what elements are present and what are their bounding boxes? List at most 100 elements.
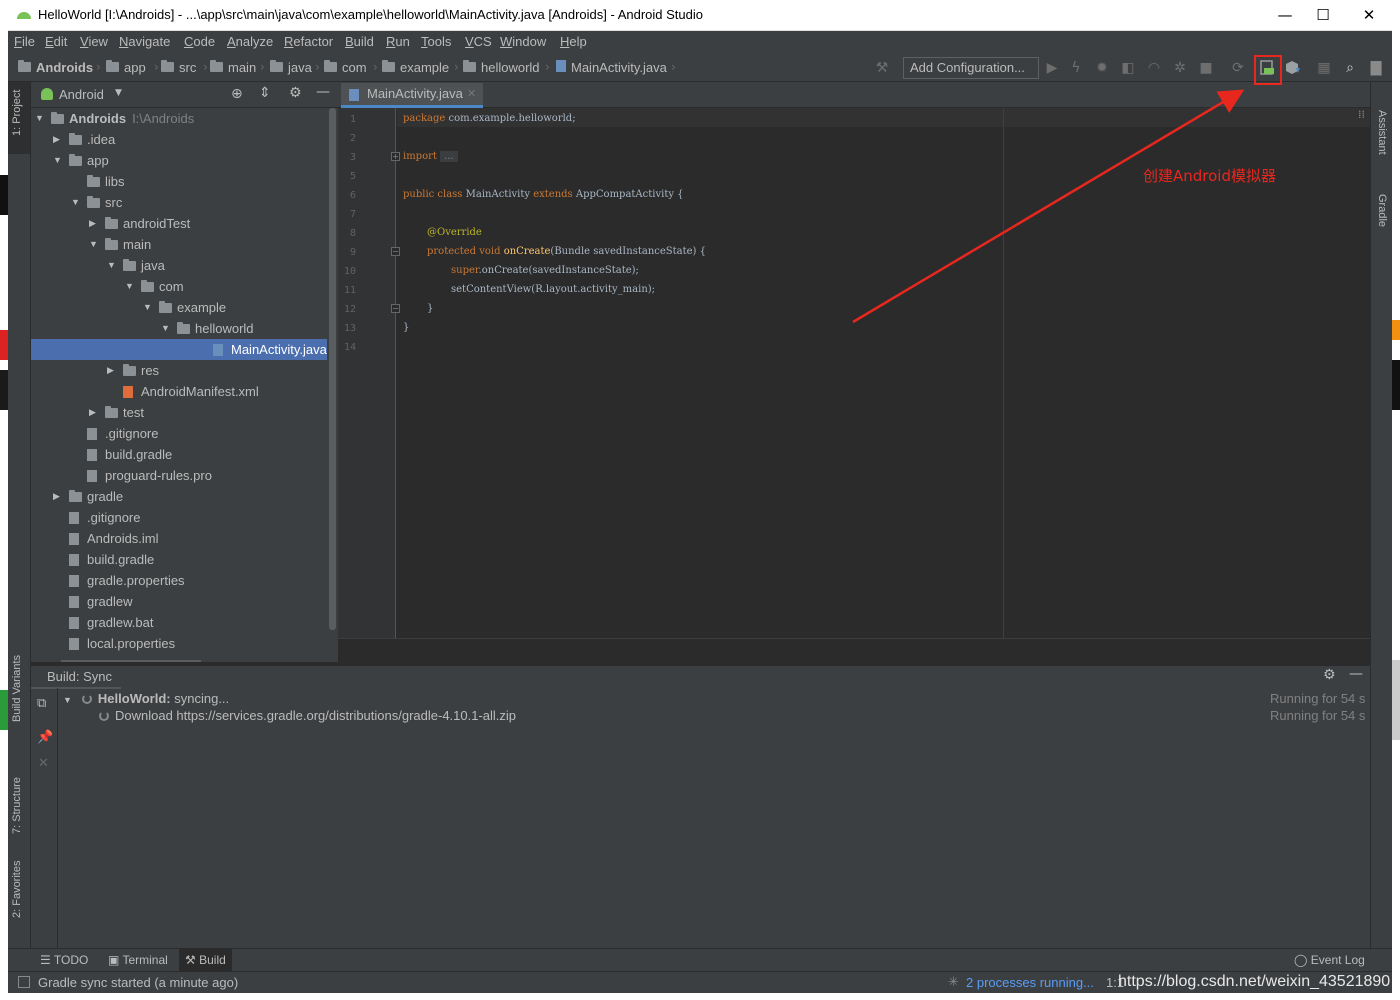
fold-marker-icon[interactable]: − <box>391 304 400 313</box>
menu-build[interactable]: Build <box>345 34 374 49</box>
hide-icon[interactable]: — <box>316 84 330 100</box>
stop-icon[interactable]: ■ <box>1198 60 1214 76</box>
search-icon[interactable]: ⌕ <box>1342 60 1358 76</box>
tree-item[interactable]: proguard-rules.pro <box>31 465 327 486</box>
tree-item[interactable]: ▶ .idea <box>31 129 327 150</box>
collapsed-arrow-icon[interactable]: ▶ <box>53 129 60 150</box>
breadcrumb-java[interactable]: java <box>270 60 312 75</box>
tab-build[interactable]: ⚒ Build <box>179 949 232 972</box>
project-scrollbar[interactable] <box>329 108 336 630</box>
run-icon[interactable]: ▶ <box>1044 60 1060 76</box>
tree-item[interactable]: local.properties <box>31 633 327 654</box>
tree-item[interactable]: ▼ main <box>31 234 327 255</box>
tree-item[interactable]: build.gradle <box>31 444 327 465</box>
expand-arrow-icon[interactable]: ▼ <box>125 276 134 297</box>
breadcrumb-com[interactable]: com <box>324 60 367 75</box>
pin-icon[interactable]: 📌 <box>37 730 53 745</box>
coverage-icon[interactable]: ◧ <box>1120 60 1136 76</box>
gear-icon[interactable]: ⚙ <box>289 85 302 101</box>
close-button[interactable]: ✕ <box>1346 0 1392 30</box>
breadcrumb-androids[interactable]: Androids <box>18 60 93 75</box>
tree-item[interactable]: MainActivity.java <box>31 339 327 360</box>
debug-icon[interactable]: ✹ <box>1094 60 1110 76</box>
expand-arrow-icon[interactable]: ▼ <box>107 255 116 276</box>
breadcrumb-main[interactable]: main <box>210 60 256 75</box>
tree-item[interactable]: ▼ helloworld <box>31 318 327 339</box>
menu-file[interactable]: File <box>14 34 35 49</box>
tree-item[interactable]: gradlew <box>31 591 327 612</box>
tree-item[interactable]: ▶ gradle <box>31 486 327 507</box>
build-row-main[interactable]: ▼ HelloWorld: syncing... <box>63 691 229 706</box>
apply-changes-icon[interactable]: ϟ <box>1068 60 1084 76</box>
tree-item[interactable]: ▼ com <box>31 276 327 297</box>
folded-imports[interactable]: ... <box>440 151 458 162</box>
sdk-manager-icon[interactable] <box>1284 59 1302 77</box>
breadcrumb-mainactivity[interactable]: MainActivity.java <box>556 60 667 75</box>
toggle-tool-windows-icon[interactable] <box>18 976 30 988</box>
collapsed-arrow-icon[interactable]: ▶ <box>89 402 96 423</box>
sync-gradle-icon[interactable]: ⟳ <box>1230 60 1246 76</box>
tool-tab-assistant[interactable]: Assistant <box>1376 110 1388 155</box>
menu-view[interactable]: View <box>80 34 108 49</box>
event-log-button[interactable]: ◯ Event Log <box>1288 949 1371 972</box>
add-configuration-button[interactable]: Add Configuration... <box>903 57 1039 79</box>
tool-tab-favorites[interactable]: 2: Favorites <box>11 861 23 918</box>
menu-refactor[interactable]: Refactor <box>284 34 333 49</box>
breadcrumb-src[interactable]: src <box>161 60 196 75</box>
tree-root[interactable]: ▼ Androids I:\Androids <box>31 108 327 129</box>
tree-item[interactable]: libs <box>31 171 327 192</box>
tree-item[interactable]: .gitignore <box>31 423 327 444</box>
status-message[interactable]: Gradle sync started (a minute ago) <box>38 975 238 990</box>
tool-tab-gradle[interactable]: Gradle <box>1376 194 1388 227</box>
build-row-download[interactable]: Download https://services.gradle.org/dis… <box>99 708 516 723</box>
locate-icon[interactable]: ⊕ <box>231 86 243 102</box>
gear-icon[interactable]: ⚙ <box>1323 667 1336 683</box>
collapsed-arrow-icon[interactable]: ▶ <box>53 486 60 507</box>
menu-edit[interactable]: Edit <box>45 34 67 49</box>
attach-debugger-icon[interactable]: ✲ <box>1172 60 1188 76</box>
tool-tab-project[interactable]: 1: Project <box>11 90 23 136</box>
project-view-selector[interactable]: Android <box>59 87 104 102</box>
chevron-down-icon[interactable]: ▼ <box>115 88 122 98</box>
tree-item[interactable]: ▼ java <box>31 255 327 276</box>
panel-icon[interactable]: ▇ <box>1368 60 1384 76</box>
tab-mainactivity[interactable]: MainActivity.java ✕ <box>341 83 483 108</box>
expand-arrow-icon[interactable]: ▼ <box>89 234 98 255</box>
expand-arrow-icon[interactable]: ▼ <box>143 297 152 318</box>
maximize-button[interactable]: ☐ <box>1300 0 1346 30</box>
fold-marker-icon[interactable]: − <box>391 247 400 256</box>
background-processes-link[interactable]: 2 processes running... <box>966 975 1094 990</box>
restart-sync-icon[interactable]: ⧉ <box>37 696 46 711</box>
tree-item[interactable]: Androids.iml <box>31 528 327 549</box>
tree-item[interactable]: ▼ example <box>31 297 327 318</box>
profile-icon[interactable]: ◠ <box>1146 60 1162 76</box>
tree-item[interactable]: ▼ app <box>31 150 327 171</box>
fold-marker-icon[interactable]: + <box>391 152 400 161</box>
breadcrumb-app[interactable]: app <box>106 60 146 75</box>
tree-item[interactable]: gradle.properties <box>31 570 327 591</box>
expand-arrow-icon[interactable]: ▼ <box>161 318 170 339</box>
expand-arrow-icon[interactable]: ▼ <box>71 192 80 213</box>
tool-tab-build-variants[interactable]: Build Variants <box>11 655 23 722</box>
menu-help[interactable]: Help <box>560 34 587 49</box>
hide-icon[interactable]: — <box>1349 666 1363 682</box>
close-icon[interactable]: ✕ <box>38 756 49 771</box>
breadcrumb-example[interactable]: example <box>382 60 449 75</box>
tree-item[interactable]: gradlew.bat <box>31 612 327 633</box>
tree-item[interactable]: ▶ androidTest <box>31 213 327 234</box>
menu-navigate[interactable]: Navigate <box>119 34 170 49</box>
editor-menu-icon[interactable]: ⁞⁞ <box>1358 108 1365 121</box>
tree-item[interactable]: ▶ test <box>31 402 327 423</box>
menu-vcs[interactable]: VCS <box>465 34 492 49</box>
collapsed-arrow-icon[interactable]: ▶ <box>89 213 96 234</box>
window-title-bar[interactable]: HelloWorld [I:\Androids] - ...\app\src\m… <box>8 0 1392 31</box>
tab-terminal[interactable]: ▣ Terminal <box>102 949 174 972</box>
tab-todo[interactable]: ☰ TODO <box>34 949 94 972</box>
expand-arrow-icon[interactable]: ▼ <box>53 150 62 171</box>
tool-tab-structure[interactable]: 7: Structure <box>11 777 23 834</box>
tree-item[interactable]: ▼ src <box>31 192 327 213</box>
menu-run[interactable]: Run <box>386 34 410 49</box>
build-sync-tab[interactable]: Build: Sync <box>41 669 119 684</box>
tree-item[interactable]: .gitignore <box>31 507 327 528</box>
tree-item[interactable]: build.gradle <box>31 549 327 570</box>
